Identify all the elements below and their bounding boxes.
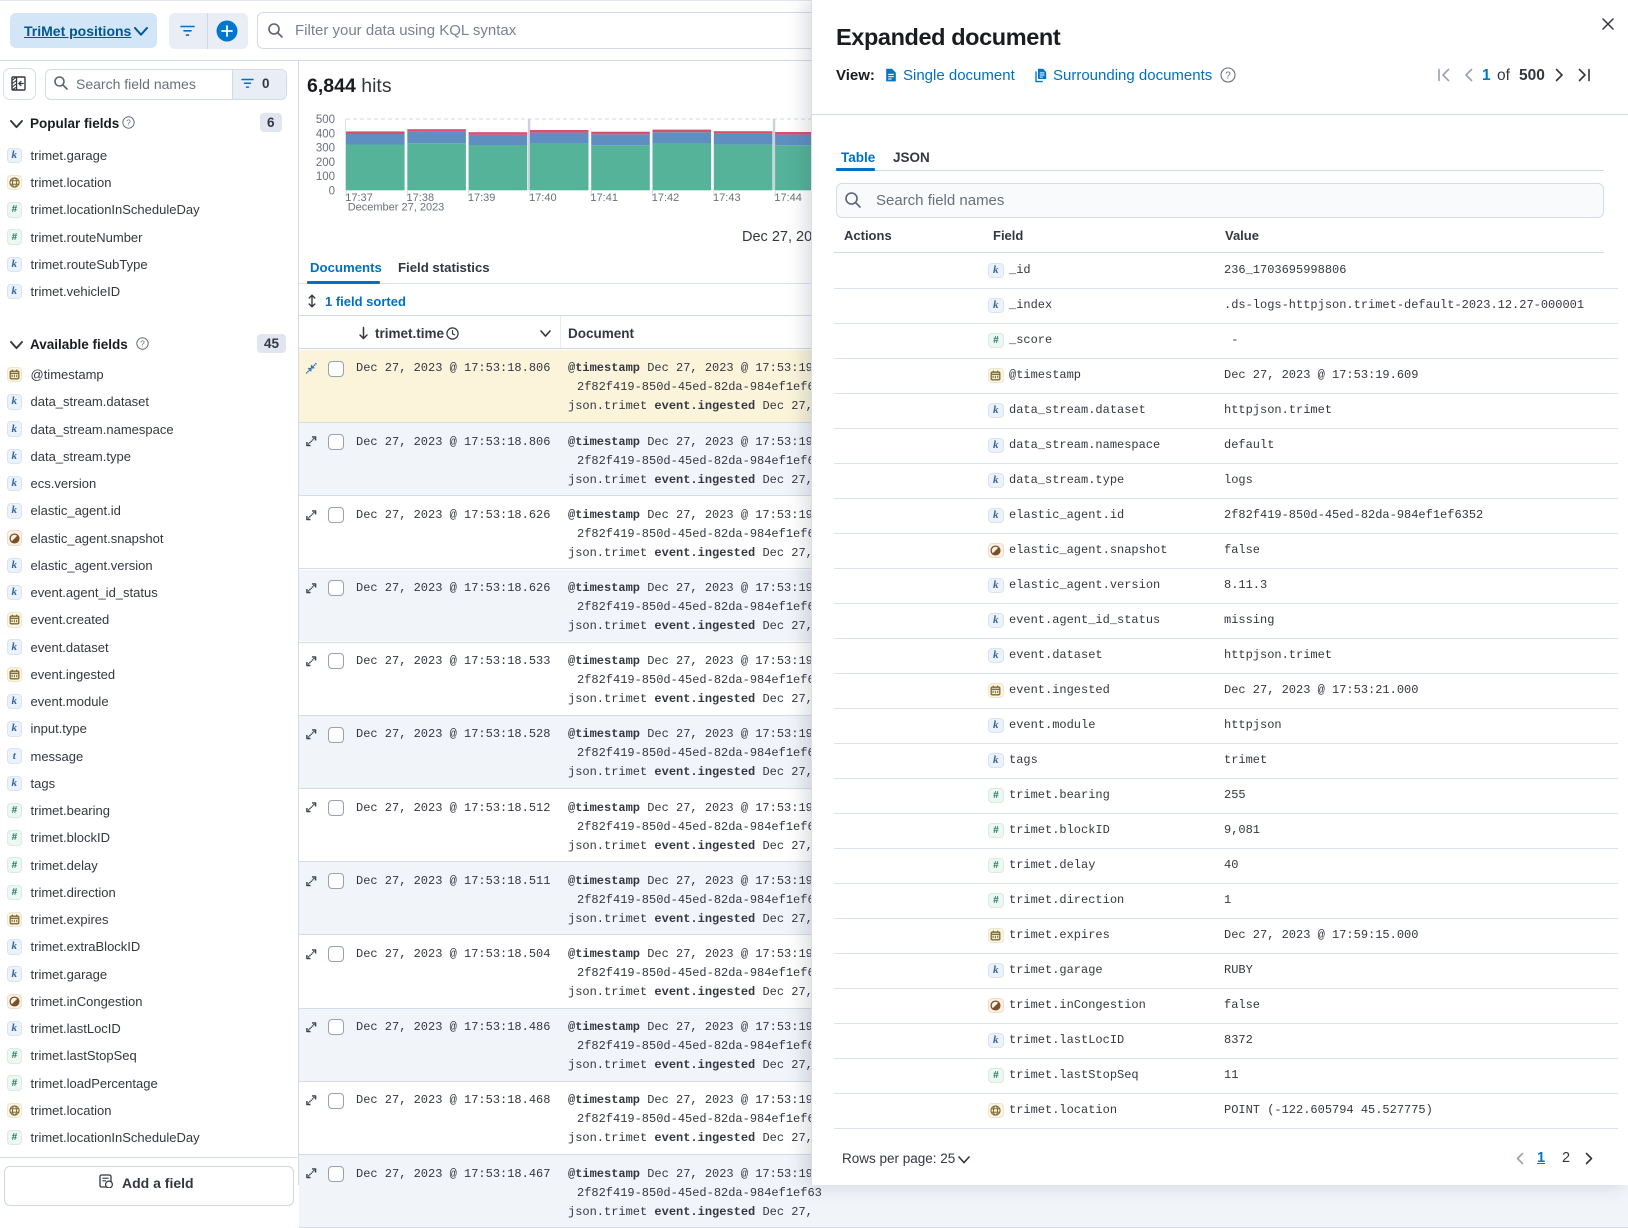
svg-text:200: 200 <box>316 157 335 169</box>
svg-text:17:39: 17:39 <box>468 192 496 204</box>
svg-text:300: 300 <box>316 143 335 155</box>
svg-text:December 27, 2023: December 27, 2023 <box>348 202 445 214</box>
svg-text:17:42: 17:42 <box>652 192 680 204</box>
svg-text:17:44: 17:44 <box>774 192 802 204</box>
svg-text:400: 400 <box>316 128 335 140</box>
svg-text:500: 500 <box>316 114 335 126</box>
svg-text:?: ? <box>126 117 131 127</box>
svg-text:17:41: 17:41 <box>590 192 618 204</box>
svg-text:17:43: 17:43 <box>713 192 741 204</box>
svg-text:17:40: 17:40 <box>529 192 557 204</box>
svg-text:0: 0 <box>329 185 335 197</box>
svg-text:?: ? <box>140 338 145 348</box>
svg-text:100: 100 <box>316 171 335 183</box>
svg-text:?: ? <box>1225 71 1231 82</box>
